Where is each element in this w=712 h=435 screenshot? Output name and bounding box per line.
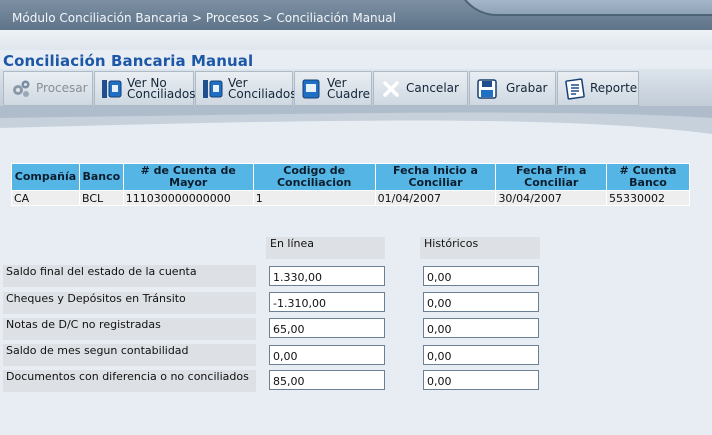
saldo-mes-historico-field[interactable] [423, 345, 539, 365]
header-wave [0, 106, 712, 134]
column-header: Banco [80, 164, 123, 190]
table-cell: 01/04/2007 [375, 191, 496, 205]
cancelar-label: Cancelar [406, 81, 459, 95]
table-cell: 30/04/2007 [496, 191, 607, 205]
document-view-icon [302, 79, 320, 98]
column-header: Compañía [12, 164, 79, 190]
column-header: # de Cuenta de Mayor [123, 164, 253, 190]
saldo-final-label: Saldo final del estado de la cuenta [3, 265, 256, 287]
cancelar-button[interactable]: Cancelar [373, 71, 468, 106]
historicos-header: Históricos [420, 237, 540, 259]
table-cell: 55330002 [607, 191, 689, 205]
reporte-button[interactable]: Reporte [557, 71, 639, 106]
report-icon [565, 77, 585, 100]
cheques-depositos-historico-field[interactable] [423, 292, 539, 312]
documentos-diferencia-en-linea-field[interactable] [269, 370, 385, 390]
column-header: Codigo de Conciliacion [253, 164, 375, 190]
grabar-button[interactable]: Grabar [469, 71, 556, 106]
table-cell: BCL [80, 191, 123, 205]
table-cell: CA [12, 191, 79, 205]
saldo-mes-label: Saldo de mes segun contabilidad [3, 344, 256, 366]
procesar-label: Procesar [36, 81, 88, 95]
column-header: Fecha Fin a Conciliar [496, 164, 607, 190]
table-row[interactable]: CA BCL 111030000000000 1 01/04/2007 30/0… [12, 191, 689, 205]
cheques-depositos-label: Cheques y Depósitos en Tránsito [3, 292, 256, 314]
column-header: Fecha Inicio a Conciliar [375, 164, 496, 190]
en-linea-header: En línea [266, 237, 385, 259]
gears-icon [13, 80, 30, 97]
cheques-depositos-en-linea-field[interactable] [269, 292, 385, 312]
table-cell: 1 [253, 191, 375, 205]
conciliacion-table: Compañía Banco # de Cuenta de Mayor Codi… [11, 163, 690, 206]
saldo-final-historico-field[interactable] [423, 266, 539, 286]
documentos-diferencia-historico-field[interactable] [423, 370, 539, 390]
notas-dc-en-linea-field[interactable] [269, 318, 385, 338]
saldo-final-en-linea-field[interactable] [269, 266, 385, 286]
breadcrumb: Módulo Conciliación Bancaria > Procesos … [12, 11, 396, 25]
sub-band [0, 30, 712, 50]
ver-conciliados-button[interactable]: Ver Conciliados [195, 71, 297, 106]
table-header-row: Compañía Banco # de Cuenta de Mayor Codi… [12, 164, 689, 190]
save-icon [477, 78, 497, 99]
ver-cuadre-button[interactable]: Ver Cuadre [294, 71, 372, 106]
saldo-mes-en-linea-field[interactable] [269, 345, 385, 365]
document-view-icon [203, 79, 223, 98]
close-icon [383, 80, 399, 97]
notas-dc-label: Notas de D/C no registradas [3, 318, 256, 340]
documentos-diferencia-label: Documentos con diferencia o no conciliad… [3, 370, 256, 392]
procesar-button[interactable]: Procesar [3, 71, 93, 106]
document-view-icon [102, 79, 122, 98]
page-title: Conciliación Bancaria Manual [3, 52, 254, 70]
ver-no-conciliados-button[interactable]: Ver No Conciliados [94, 71, 196, 106]
ver-no-label-line2: Conciliados [127, 86, 196, 101]
reporte-label: Reporte [590, 81, 638, 95]
ver-cuadre-label-line2: Cuadre [327, 86, 371, 101]
column-header: # Cuenta Banco [607, 164, 689, 190]
grabar-label: Grabar [506, 81, 548, 95]
notas-dc-historico-field[interactable] [423, 318, 539, 338]
top-bar: Módulo Conciliación Bancaria > Procesos … [0, 0, 712, 30]
ver-conciliados-label-line2: Conciliados [228, 86, 297, 101]
header-decoration [455, 0, 712, 16]
table-cell: 111030000000000 [123, 191, 253, 205]
